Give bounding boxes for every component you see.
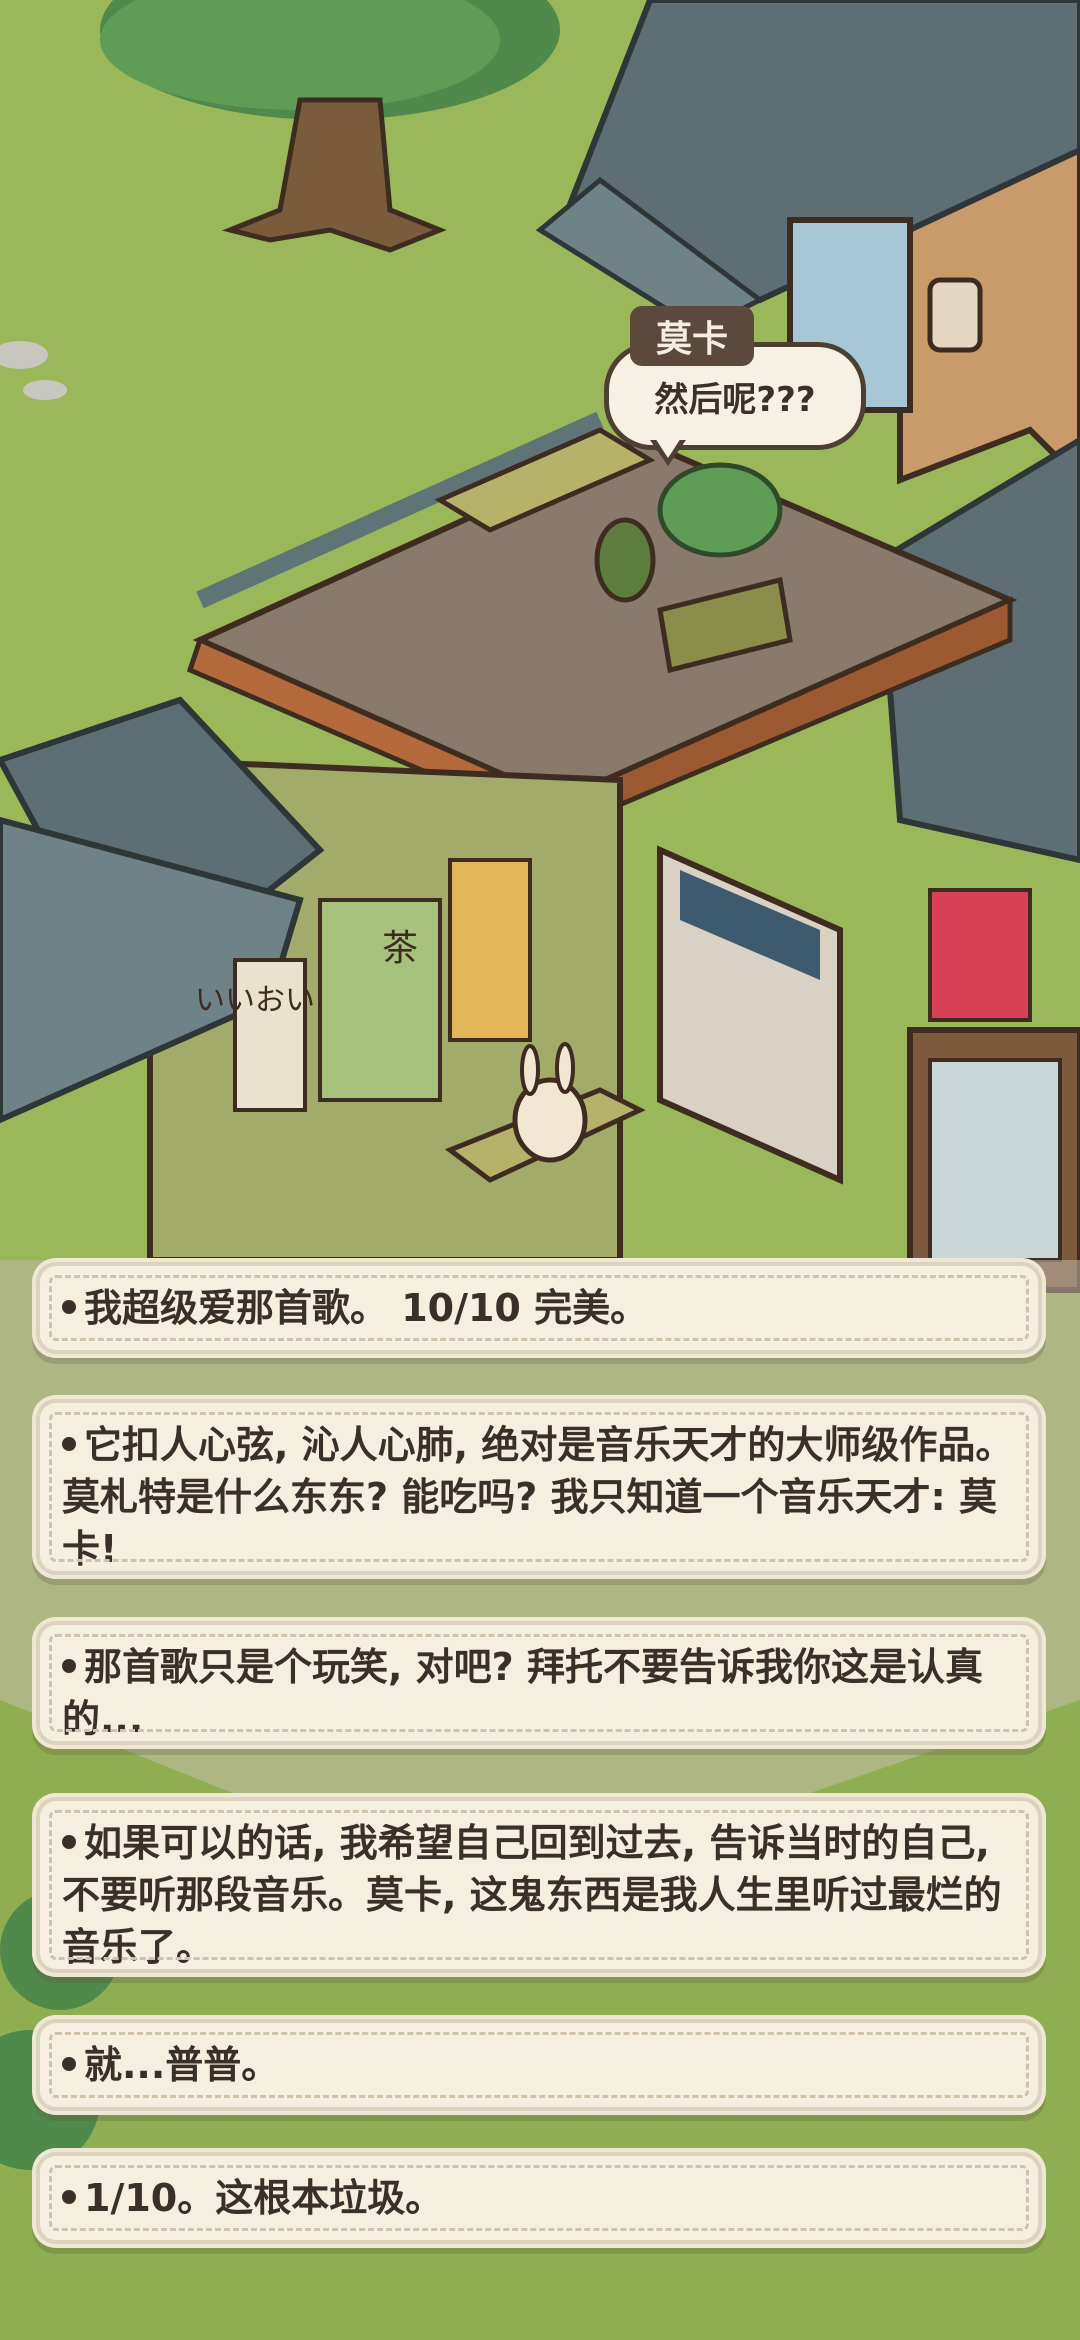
speech-text: 然后呢???: [654, 379, 816, 420]
bullet-icon: [62, 2056, 76, 2071]
poster-tea: 茶: [382, 928, 418, 969]
game-scene: いいおいし 茶: [0, 0, 1080, 2340]
bullet-icon: [62, 1436, 76, 1451]
speaker-name-tag: 莫卡: [630, 306, 754, 366]
bullet-icon: [62, 2189, 76, 2204]
choice-option-3[interactable]: 那首歌只是个玩笑, 对吧? 拜托不要告诉我你这是认真的...: [40, 1625, 1038, 1741]
choice-text: 我超级爱那首歌。 10/10 完美。: [84, 1286, 649, 1330]
speech-bubble-tail-fill: [655, 438, 681, 458]
choice-text: 它扣人心弦, 沁人心肺, 绝对是音乐天才的大师级作品。莫札特是什么东东? 能吃吗…: [62, 1423, 1014, 1571]
choice-option-2[interactable]: 它扣人心弦, 沁人心肺, 绝对是音乐天才的大师级作品。莫札特是什么东东? 能吃吗…: [40, 1403, 1038, 1571]
choice-text: 就...普普。: [84, 2043, 280, 2087]
choice-text: 那首歌只是个玩笑, 对吧? 拜托不要告诉我你这是认真的...: [62, 1645, 983, 1741]
bullet-icon: [62, 1834, 76, 1849]
choice-option-4[interactable]: 如果可以的话, 我希望自己回到过去, 告诉当时的自己, 不要听那段音乐。莫卡, …: [40, 1801, 1038, 1969]
choice-option-1[interactable]: 我超级爱那首歌。 10/10 完美。: [40, 1266, 1038, 1350]
choice-text: 如果可以的话, 我希望自己回到过去, 告诉当时的自己, 不要听那段音乐。莫卡, …: [62, 1821, 1002, 1969]
choice-option-5[interactable]: 就...普普。: [40, 2023, 1038, 2107]
choice-option-6[interactable]: 1/10。这根本垃圾。: [40, 2156, 1038, 2240]
bullet-icon: [62, 1299, 76, 1314]
bullet-icon: [62, 1658, 76, 1673]
choice-text: 1/10。这根本垃圾。: [84, 2176, 444, 2220]
